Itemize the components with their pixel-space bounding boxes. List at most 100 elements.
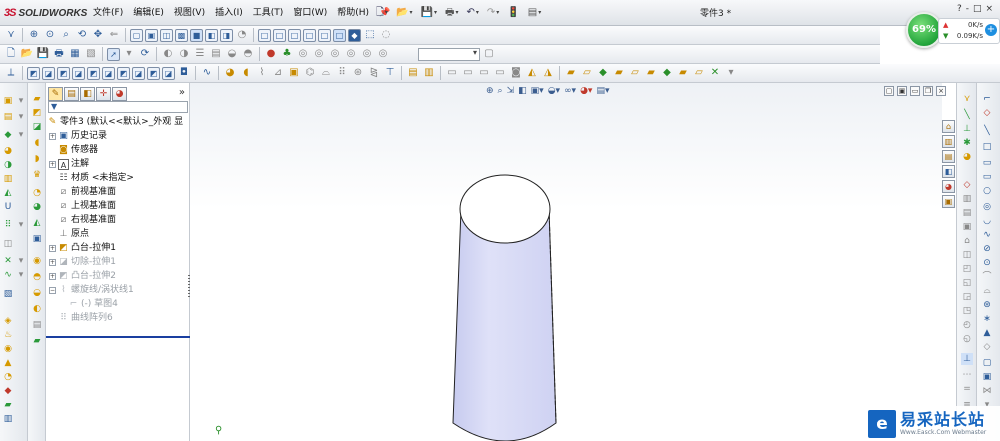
smart-dim-r-icon[interactable]: ⋎	[961, 93, 973, 105]
dimxpert-manager-tab[interactable]: ✛	[96, 87, 111, 101]
display-manager-tab[interactable]: ◕	[112, 87, 127, 101]
revolve-cut-icon[interactable]: ◩	[117, 66, 130, 80]
weldment-icon[interactable]: ◈	[2, 315, 14, 327]
rib-icon[interactable]: ⌇	[255, 66, 269, 80]
view-palette-tab-icon[interactable]: ◧	[942, 165, 955, 178]
mirror-tool-icon[interactable]: ◫	[2, 238, 14, 250]
top-view-icon[interactable]: □	[318, 28, 331, 42]
strip-dropdown-icon-5[interactable]: ▾	[15, 255, 27, 267]
sheetmetal-flatten-icon[interactable]: ▱	[692, 66, 706, 80]
sweep-tool-icon[interactable]: ◑	[2, 159, 14, 171]
render-icon[interactable]: ●	[264, 47, 278, 61]
slot2-r-icon[interactable]: ▭	[981, 171, 993, 183]
cylinder-model[interactable]	[450, 173, 562, 441]
new-icon[interactable]: 🗋	[4, 47, 18, 61]
shaded-icon[interactable]: ■	[190, 28, 203, 42]
tree-item-boss-extrude1[interactable]: + ◩ 凸台-拉伸1	[49, 241, 116, 255]
expand-icon[interactable]: +	[49, 160, 56, 168]
construction-r-icon[interactable]: ◇	[981, 341, 993, 353]
surface-fill-icon[interactable]: ◭	[525, 66, 539, 80]
chamfer-tool-icon[interactable]: ◔	[31, 187, 43, 199]
rotate-r-icon[interactable]: ◱	[961, 277, 973, 289]
shaded-edges-icon[interactable]: ▩	[175, 28, 188, 42]
feature-manager-tab[interactable]: ✎	[48, 87, 63, 101]
strip-dropdown-icon[interactable]: ▾	[15, 95, 27, 107]
view-orientation-icon[interactable]: ◨	[220, 28, 233, 42]
back-view-icon[interactable]: □	[273, 28, 286, 42]
render-region-icon[interactable]: ◎	[296, 47, 310, 61]
wrap-tool-icon[interactable]: ▣	[31, 233, 43, 245]
menu-edit[interactable]: 编辑(E)	[128, 6, 169, 20]
mirror-entities-r-icon[interactable]: ⋈	[981, 385, 993, 397]
rotate-view-icon[interactable]: ⟲	[75, 28, 89, 42]
render-final-icon[interactable]: ◎	[344, 47, 358, 61]
tree-item-history[interactable]: + ▣ 历史记录	[49, 129, 107, 143]
expand-icon[interactable]: +	[49, 132, 56, 140]
select-filter-icon[interactable]: ⋎	[4, 28, 18, 42]
strip-dropdown-icon-6[interactable]: ▾	[15, 269, 27, 281]
surface-loft-icon[interactable]: ▭	[493, 66, 507, 80]
viewport-close-icon[interactable]: ×	[936, 86, 946, 96]
point-r-icon[interactable]: ✱	[961, 137, 973, 149]
shell-tool-icon[interactable]: ◕	[31, 201, 43, 213]
curves-icon[interactable]: ∿	[200, 66, 214, 80]
zoom-to-area-icon[interactable]: ⌕	[498, 85, 503, 97]
menu-help[interactable]: 帮助(H)	[332, 6, 374, 20]
sheetmetal-base-icon[interactable]: ▰	[564, 66, 578, 80]
sheetmetal-edge-icon[interactable]: ▱	[580, 66, 594, 80]
custom-properties-tab-icon[interactable]: ▣	[942, 195, 955, 208]
tree-item-annotations[interactable]: + A 注解	[49, 157, 89, 171]
draft-icon[interactable]: ⊿	[271, 66, 285, 80]
ellipse-r-icon[interactable]: ⊘	[981, 243, 993, 255]
line-tool-r-icon[interactable]: ╲	[981, 125, 993, 137]
text-r-icon[interactable]: ▲	[981, 327, 993, 339]
new-document-icon[interactable]: 🗋 ▾	[374, 5, 390, 20]
rebuild-icon[interactable]: 🚦	[505, 5, 521, 20]
hole-tool-icon[interactable]: U	[2, 201, 14, 213]
previous-view-hu-icon[interactable]: ⇲	[507, 85, 515, 97]
surface-revolve-icon[interactable]: ▭	[461, 66, 475, 80]
rollback-bar[interactable]	[46, 336, 190, 338]
hide-show-hu-icon[interactable]: ∞▾	[564, 85, 576, 97]
print-icon[interactable]: 🖶 ▾	[443, 5, 460, 20]
spline-r-icon[interactable]: ∿	[981, 229, 993, 241]
config-lock-icon[interactable]: ▢	[482, 47, 496, 61]
revolve-boss-icon[interactable]: ◪	[42, 66, 55, 80]
rectangle-r-icon[interactable]: □	[981, 141, 993, 153]
graphics-area[interactable]	[190, 83, 942, 441]
property-manager-tab[interactable]: ▤	[64, 87, 79, 101]
boundary-tool-icon[interactable]: ◭	[2, 187, 14, 199]
conic-r-icon[interactable]: ⌓	[981, 285, 993, 297]
menu-tools[interactable]: 工具(T)	[248, 6, 289, 20]
bottom-view-icon[interactable]: □	[333, 28, 346, 42]
mirror-icon[interactable]: ⧎	[367, 66, 381, 80]
gusset-icon[interactable]: ◉	[2, 343, 14, 355]
viewport-restore-icon[interactable]: ▢	[884, 86, 894, 96]
menu-window[interactable]: 窗口(W)	[288, 6, 332, 20]
copy-r-icon[interactable]: ◳	[961, 305, 973, 317]
sheetmetal-jog-icon[interactable]: ▱	[628, 66, 642, 80]
quick-snaps-r-icon[interactable]: ⋯	[961, 369, 973, 381]
viewport-maximize-icon[interactable]: ❐	[923, 86, 933, 96]
dome-icon[interactable]: ⌓	[319, 66, 333, 80]
print-file-icon[interactable]: 🖶	[52, 47, 66, 61]
scale-r-icon[interactable]: ◲	[961, 291, 973, 303]
chamfer-icon[interactable]: ◖	[239, 66, 253, 80]
loft-boss-icon[interactable]: ◪	[72, 66, 85, 80]
dome-tool-icon[interactable]: ◒	[31, 287, 43, 299]
split-tool-icon[interactable]: ◐	[31, 303, 43, 315]
end-cap-icon[interactable]: ▲	[2, 357, 14, 369]
loft-tool-icon[interactable]: ▥	[2, 173, 14, 185]
expand-icon[interactable]: +	[49, 258, 56, 266]
surface-knit-icon[interactable]: ◮	[541, 66, 555, 80]
cut-list-icon[interactable]: ▥	[2, 413, 14, 425]
display-style-icon[interactable]: ◔	[235, 28, 249, 42]
file-explorer-tab-icon[interactable]: ▤	[942, 150, 955, 163]
render-last-icon[interactable]: ◎	[360, 47, 374, 61]
ambient-occlusion-icon[interactable]: ▤	[209, 47, 223, 61]
configuration-select[interactable]	[418, 47, 480, 61]
part-tool-icon[interactable]: ▰	[31, 93, 43, 105]
polygon-r-icon[interactable]: ⊛	[981, 299, 993, 311]
render-schedule-icon[interactable]: ◎	[328, 47, 342, 61]
resources-tab-icon[interactable]: ⌂	[942, 120, 955, 133]
